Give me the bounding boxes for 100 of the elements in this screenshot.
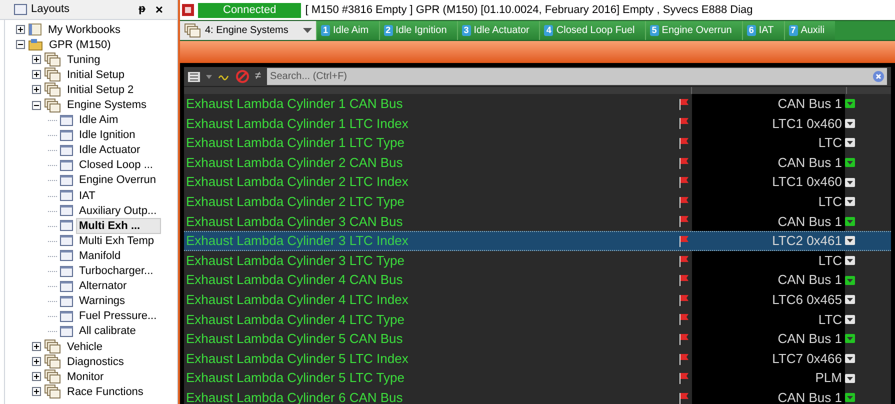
dropdown-icon[interactable] xyxy=(845,158,855,168)
value-cell: CAN Bus 1 xyxy=(692,94,845,114)
tree-item[interactable]: IAT xyxy=(76,188,98,204)
value-cell: CAN Bus 1 xyxy=(692,388,845,404)
caret-icon[interactable] xyxy=(206,74,212,78)
dropdown-icon[interactable] xyxy=(845,197,855,206)
tree-item[interactable]: My Workbooks xyxy=(45,22,124,38)
table-row[interactable]: Exhaust Lambda Cylinder 5 LTC Type PLM xyxy=(184,368,891,388)
not-equal-button[interactable]: ≠ xyxy=(255,71,262,82)
table-row[interactable]: Exhaust Lambda Cylinder 2 CAN Bus CAN Bus 1 xyxy=(184,152,891,172)
number-badge: 2 xyxy=(384,25,393,36)
dropdown-icon[interactable] xyxy=(845,334,855,344)
window-icon xyxy=(60,296,73,307)
table-row[interactable]: Exhaust Lambda Cylinder 1 LTC Type LTC xyxy=(184,133,891,153)
tree-item[interactable]: Alternator xyxy=(76,278,130,294)
dropdown-icon[interactable] xyxy=(845,216,855,226)
table-row[interactable]: Exhaust Lambda Cylinder 4 LTC Type LTC xyxy=(184,310,891,330)
tab[interactable]: 1 Idle Aim xyxy=(316,21,379,40)
tab[interactable]: 4 Closed Loop Fuel xyxy=(539,21,645,40)
tree-item[interactable]: Initial Setup 2 xyxy=(64,82,137,98)
dropdown-icon[interactable] xyxy=(845,276,855,285)
table-row[interactable]: Exhaust Lambda Cylinder 3 CAN Bus CAN Bus 1 xyxy=(184,212,891,232)
tree-item[interactable]: Tuning xyxy=(64,52,104,68)
window-stack-icon xyxy=(184,23,201,38)
tree-item[interactable]: Idle Actuator xyxy=(76,142,144,158)
tree-item[interactable]: Closed Loop ... xyxy=(76,157,156,174)
tree-item[interactable]: Warnings xyxy=(76,293,128,310)
dropdown-icon[interactable] xyxy=(845,236,855,246)
tab[interactable]: 7 Auxili xyxy=(784,21,835,40)
clear-icon[interactable] xyxy=(873,71,884,82)
dropdown-icon[interactable] xyxy=(845,178,855,187)
parameter-name: Exhaust Lambda Cylinder 1 LTC Type xyxy=(185,134,406,152)
expand-icon[interactable] xyxy=(32,85,41,94)
tree-item[interactable]: All calibrate xyxy=(76,323,139,340)
tab[interactable]: 2 Idle Ignition xyxy=(378,21,457,40)
table-row[interactable]: Exhaust Lambda Cylinder 4 CAN Bus CAN Bus 1 xyxy=(184,270,891,290)
tree-item[interactable]: Engine Systems xyxy=(64,97,150,114)
expand-icon[interactable] xyxy=(32,372,41,382)
flag-icon xyxy=(678,392,690,404)
tab[interactable]: 5 Engine Overrun xyxy=(644,21,742,40)
window-stack-icon xyxy=(44,354,61,370)
tree-item[interactable]: Diagnostics xyxy=(64,354,127,370)
window-stack-icon xyxy=(44,369,61,384)
tree-item[interactable]: Turbocharger... xyxy=(76,263,156,280)
tab[interactable]: 6 IAT xyxy=(742,21,784,40)
list-icon[interactable] xyxy=(188,72,200,82)
wave-icon[interactable] xyxy=(218,72,230,80)
collapse-icon[interactable] xyxy=(16,40,25,50)
number-badge: 3 xyxy=(462,25,471,36)
dropdown-icon[interactable] xyxy=(845,374,855,383)
tree-item[interactable]: Multi Exh ... xyxy=(76,218,162,234)
tab[interactable]: 3 Idle Actuator xyxy=(456,21,540,40)
window-icon xyxy=(60,280,73,292)
expand-icon[interactable] xyxy=(32,387,41,396)
tree-item[interactable]: Race Functions xyxy=(64,384,146,400)
tree-item[interactable]: Initial Setup xyxy=(64,66,128,83)
value-cell: CAN Bus 1 xyxy=(692,270,845,290)
table-row[interactable]: Exhaust Lambda Cylinder 4 LTC Index LTC6 0x465 xyxy=(184,290,891,310)
dropdown-icon[interactable] xyxy=(845,118,855,128)
tree-item[interactable]: Fuel Pressure... xyxy=(76,308,160,324)
table-row[interactable]: Exhaust Lambda Cylinder 3 LTC Type LTC xyxy=(184,250,891,270)
dropdown-icon[interactable] xyxy=(845,256,855,266)
parameter-name: Exhaust Lambda Cylinder 3 LTC Index xyxy=(185,232,410,250)
table-row[interactable]: Exhaust Lambda Cylinder 5 CAN Bus CAN Bus 1 xyxy=(184,329,891,349)
expand-icon[interactable] xyxy=(32,55,41,64)
close-button[interactable]: × xyxy=(155,3,163,16)
flag-icon xyxy=(678,196,690,208)
table-row[interactable]: Exhaust Lambda Cylinder 3 LTC Index LTC2 0x461 xyxy=(184,231,891,251)
flag-icon xyxy=(678,176,690,188)
no-entry-icon[interactable] xyxy=(236,70,249,83)
expand-icon[interactable] xyxy=(16,25,25,34)
tree-item[interactable]: Auxiliary Outp... xyxy=(76,202,160,219)
tree-item[interactable]: GPR (M150) xyxy=(46,36,114,53)
value-cell: CAN Bus 1 xyxy=(692,329,845,349)
table-row[interactable]: Exhaust Lambda Cylinder 1 LTC Index LTC1 0x460 xyxy=(184,114,891,134)
window-icon xyxy=(60,190,73,202)
collapse-icon[interactable] xyxy=(32,100,41,110)
tree-item[interactable]: Idle Aim xyxy=(76,112,122,128)
flag-icon xyxy=(678,117,690,130)
tree-item[interactable]: Multi Exh Temp xyxy=(76,232,157,249)
tree-item[interactable]: Manifold xyxy=(76,248,124,264)
tree-item[interactable]: Monitor xyxy=(64,368,107,385)
dropdown-icon[interactable] xyxy=(845,393,855,402)
dropdown-icon[interactable] xyxy=(845,138,855,148)
expand-icon[interactable] xyxy=(32,357,41,366)
table-row[interactable]: Exhaust Lambda Cylinder 2 LTC Index LTC1 0x460 xyxy=(184,172,891,192)
dropdown-icon[interactable] xyxy=(845,99,855,108)
table-row[interactable]: Exhaust Lambda Cylinder 1 CAN Bus CAN Bus 1 xyxy=(184,94,891,114)
tree-item[interactable]: Idle Ignition xyxy=(76,127,138,144)
expand-icon[interactable] xyxy=(32,70,41,80)
expand-icon[interactable] xyxy=(32,342,41,352)
layout-dropdown[interactable]: 4: Engine Systems xyxy=(180,21,316,40)
pin-button[interactable]: ᵽ xyxy=(138,4,146,15)
dropdown-icon[interactable] xyxy=(845,354,855,364)
dropdown-icon[interactable] xyxy=(845,314,855,324)
dropdown-icon[interactable] xyxy=(845,295,855,304)
tree-item[interactable]: Vehicle xyxy=(64,338,106,355)
tree-item[interactable]: Engine Overrun xyxy=(76,172,160,188)
table-row[interactable]: Exhaust Lambda Cylinder 5 LTC Index LTC7 0x466 xyxy=(184,348,891,368)
table-row[interactable]: Exhaust Lambda Cylinder 2 LTC Type LTC xyxy=(184,192,891,212)
